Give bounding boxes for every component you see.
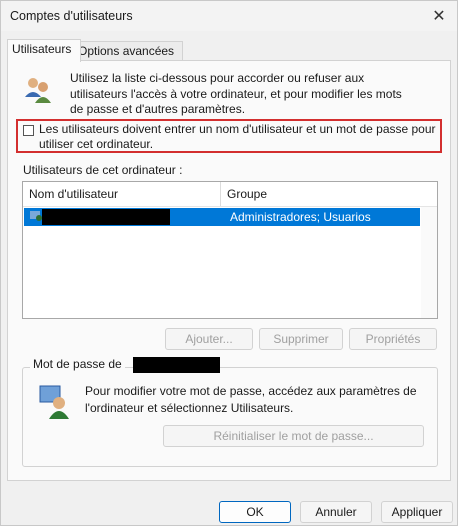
tab-utilisateurs[interactable]: Utilisateurs: [7, 39, 81, 62]
properties-button[interactable]: Propriétés: [349, 328, 437, 350]
title-bar: Comptes d'utilisateurs ✕: [1, 1, 457, 31]
user-group: Administradores; Usuarios: [230, 210, 371, 224]
require-login-label[interactable]: Les utilisateurs doivent entrer un nom d…: [39, 122, 439, 152]
add-user-button[interactable]: Ajouter...: [165, 328, 253, 350]
user-password-icon: [39, 385, 69, 419]
reset-password-button[interactable]: Réinitialiser le mot de passe...: [163, 425, 424, 447]
users-list-label: Utilisateurs de cet ordinateur :: [23, 163, 183, 177]
redacted-username: [42, 209, 170, 225]
password-group-legend: Mot de passe de: [30, 357, 125, 371]
password-group: [22, 367, 438, 467]
tab-options-avancees[interactable]: Options avancées: [73, 41, 183, 62]
redacted-username-legend: [133, 357, 220, 373]
list-scroll-area: [421, 207, 437, 318]
ok-button[interactable]: OK: [219, 501, 291, 523]
remove-user-button[interactable]: Supprimer: [259, 328, 343, 350]
users-listview[interactable]: Nom d'utilisateur Groupe Administradores…: [22, 181, 438, 319]
cancel-button[interactable]: Annuler: [300, 501, 372, 523]
header-divider: [23, 206, 437, 207]
password-instructions: Pour modifier votre mot de passe, accéde…: [85, 384, 417, 415]
column-header-username[interactable]: Nom d'utilisateur: [23, 182, 221, 206]
user-accounts-dialog: Comptes d'utilisateurs ✕ Utilisateurs Op…: [0, 0, 458, 526]
window-title: Comptes d'utilisateurs: [10, 9, 133, 23]
table-row[interactable]: Administradores; Usuarios: [24, 208, 420, 226]
intro-text: Utilisez la liste ci-dessous pour accord…: [70, 71, 402, 116]
apply-button[interactable]: Appliquer: [381, 501, 453, 523]
close-icon[interactable]: ✕: [428, 6, 450, 26]
require-login-checkbox[interactable]: [23, 125, 34, 136]
users-icon: [25, 78, 51, 103]
column-header-group[interactable]: Groupe: [221, 182, 437, 206]
